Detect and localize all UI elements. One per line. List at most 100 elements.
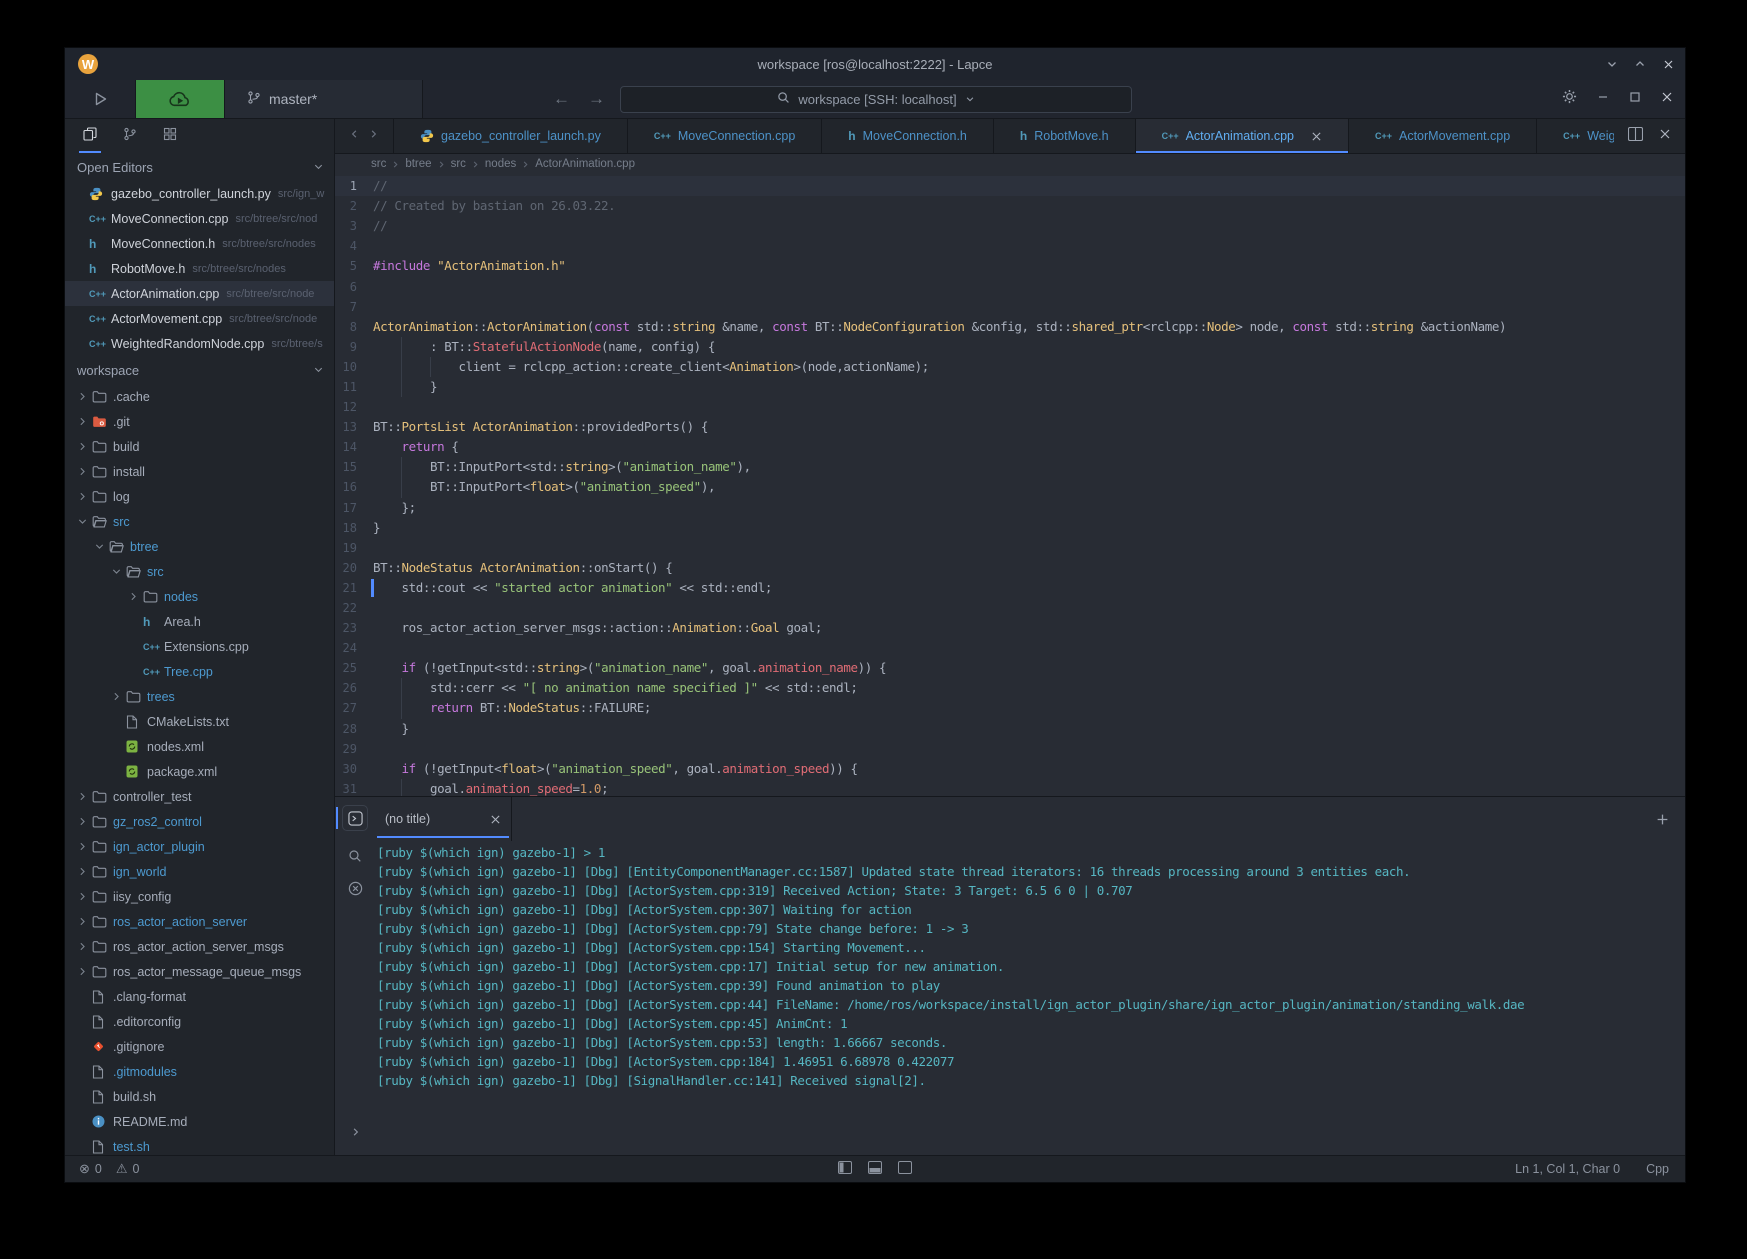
tree-item[interactable]: log [65, 484, 334, 509]
window-shade-icon[interactable] [1603, 55, 1621, 73]
tree-item[interactable]: src [65, 509, 334, 534]
explorer-files-icon[interactable] [81, 123, 99, 150]
tree-item[interactable]: src [65, 559, 334, 584]
open-editor-item[interactable]: C++WeightedRandomNode.cppsrc/btree/s [65, 331, 334, 356]
open-editor-item[interactable]: hMoveConnection.hsrc/btree/src/nodes [65, 231, 334, 256]
panel-expand-icon[interactable] [350, 1126, 361, 1141]
new-terminal-icon[interactable] [1656, 797, 1669, 841]
tab-gazebo_controller_launch.py[interactable]: gazebo_controller_launch.py [394, 119, 628, 153]
tree-item[interactable]: .git [65, 409, 334, 434]
open-editor-item[interactable]: C++ActorMovement.cppsrc/btree/src/node [65, 306, 334, 331]
window-maximize-icon[interactable] [1629, 90, 1641, 108]
open-editor-item[interactable]: C++ActorAnimation.cppsrc/btree/src/node [65, 281, 334, 306]
tree-item[interactable]: package.xml [65, 759, 334, 784]
code-line: 22 [335, 598, 1685, 618]
code-editor[interactable]: 1//2// Created by bastian on 26.03.22.3/… [335, 174, 1685, 796]
tree-item-label: .clang-format [113, 990, 186, 1004]
terminal-tab-close-icon[interactable] [490, 814, 501, 825]
tree-item[interactable]: build.sh [65, 1084, 334, 1109]
tab-MoveConnection.h[interactable]: hMoveConnection.h [822, 119, 994, 153]
breadcrumb-item[interactable]: src [371, 158, 386, 170]
tree-item[interactable]: trees [65, 684, 334, 709]
extensions-grid-icon[interactable] [161, 123, 179, 150]
warning-count[interactable]: ⚠0 [116, 1161, 140, 1177]
tree-item[interactable]: install [65, 459, 334, 484]
tree-item[interactable]: hArea.h [65, 609, 334, 634]
tree-item[interactable]: nodes.xml [65, 734, 334, 759]
tree-item[interactable]: build [65, 434, 334, 459]
window-minimize-icon[interactable] [1597, 90, 1609, 108]
tree-item[interactable]: .clang-format [65, 984, 334, 1009]
split-editor-icon[interactable] [1628, 127, 1643, 146]
cursor-position[interactable]: Ln 1, Col 1, Char 0 [1515, 1162, 1620, 1176]
tab-scroll-left-icon[interactable] [349, 127, 360, 145]
folder-icon [92, 940, 107, 953]
code-token: >( [580, 660, 594, 675]
breadcrumb-item[interactable]: btree [405, 158, 431, 170]
language-mode[interactable]: Cpp [1646, 1162, 1669, 1176]
git-branch-button[interactable]: master* [225, 80, 423, 118]
nav-forward-icon[interactable]: → [588, 89, 605, 109]
tree-item[interactable]: .editorconfig [65, 1009, 334, 1034]
tree-item[interactable]: C++Extensions.cpp [65, 634, 334, 659]
tree-item[interactable]: ros_actor_message_queue_msgs [65, 959, 334, 984]
breadcrumb-item[interactable]: src [451, 158, 466, 170]
settings-gear-icon[interactable] [1562, 89, 1577, 109]
source-control-icon[interactable] [121, 123, 139, 150]
tab-close-icon[interactable] [1311, 131, 1322, 142]
command-palette-label: workspace [SSH: localhost] [798, 92, 956, 107]
tree-item[interactable]: ros_actor_action_server_msgs [65, 934, 334, 959]
tree-item[interactable]: .gitignore [65, 1034, 334, 1059]
toggle-bottom-panel-icon[interactable] [868, 1161, 882, 1177]
close-editor-icon[interactable] [1659, 127, 1671, 145]
command-palette[interactable]: workspace [SSH: localhost] [620, 86, 1132, 113]
nav-back-icon[interactable]: ← [553, 89, 570, 109]
panel-search-icon[interactable] [348, 849, 362, 863]
toggle-right-panel-icon[interactable] [898, 1161, 912, 1177]
tab-ActorAnimation.cpp[interactable]: C++ActorAnimation.cpp [1136, 119, 1349, 153]
window-close-icon[interactable] [1659, 55, 1677, 73]
tree-item[interactable]: controller_test [65, 784, 334, 809]
tree-item[interactable]: ign_world [65, 859, 334, 884]
folder-icon [92, 865, 107, 878]
tree-item-label: README.md [113, 1115, 187, 1129]
open-editor-item[interactable]: gazebo_controller_launch.pysrc/ign_w [65, 181, 334, 206]
tree-item[interactable]: .gitmodules [65, 1059, 334, 1084]
tab-scroll-right-icon[interactable] [368, 127, 379, 145]
tree-item[interactable]: README.md [65, 1109, 334, 1134]
tree-item[interactable]: btree [65, 534, 334, 559]
tab-WeightedRa[interactable]: C++WeightedRa [1537, 119, 1614, 153]
panel-problems-icon[interactable] [348, 881, 363, 896]
tree-item[interactable]: nodes [65, 584, 334, 609]
panel-icon-strip [335, 797, 375, 1155]
breadcrumb-item[interactable]: nodes [485, 158, 516, 170]
tab-RobotMove.h[interactable]: hRobotMove.h [994, 119, 1136, 153]
run-button[interactable] [65, 80, 136, 118]
code-token: BT:: [373, 419, 402, 434]
chev-r-icon [128, 591, 139, 602]
tree-item[interactable]: ros_actor_action_server [65, 909, 334, 934]
tab-MoveConnection.cpp[interactable]: C++MoveConnection.cpp [628, 119, 822, 153]
open-editor-item[interactable]: hRobotMove.hsrc/btree/src/nodes [65, 256, 334, 281]
tree-item[interactable]: test.sh [65, 1134, 334, 1155]
code-token: } [373, 520, 380, 535]
terminal-output[interactable]: [ruby $(which ign) gazebo-1] > 1[ruby $(… [375, 841, 1685, 1155]
remote-connection-button[interactable] [136, 80, 225, 118]
window-unshade-icon[interactable] [1631, 55, 1649, 73]
tree-item[interactable]: gz_ros2_control [65, 809, 334, 834]
breadcrumb-item[interactable]: ActorAnimation.cpp [535, 158, 635, 170]
terminal-tab[interactable]: (no title) [375, 797, 512, 841]
app-close-icon[interactable] [1661, 90, 1673, 108]
tree-item[interactable]: CMakeLists.txt [65, 709, 334, 734]
open-editor-item[interactable]: C++MoveConnection.cppsrc/btree/src/nod [65, 206, 334, 231]
workspace-header[interactable]: workspace [65, 356, 334, 384]
tree-item[interactable]: C++Tree.cpp [65, 659, 334, 684]
tree-item[interactable]: ign_actor_plugin [65, 834, 334, 859]
terminal-panel-icon[interactable] [342, 805, 368, 831]
tree-item[interactable]: .cache [65, 384, 334, 409]
error-count[interactable]: ⊗0 [79, 1161, 102, 1177]
toggle-left-panel-icon[interactable] [838, 1161, 852, 1177]
tab-ActorMovement.cpp[interactable]: C++ActorMovement.cpp [1349, 119, 1537, 153]
open-editors-header[interactable]: Open Editors [65, 153, 334, 181]
tree-item[interactable]: iisy_config [65, 884, 334, 909]
